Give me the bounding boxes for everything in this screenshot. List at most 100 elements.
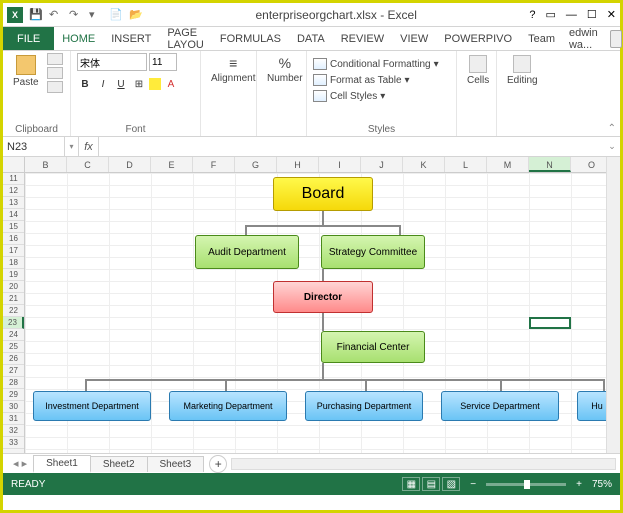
italic-button[interactable]: I <box>95 76 111 92</box>
page-break-view-icon[interactable]: ▧ <box>442 477 460 491</box>
user-area[interactable]: edwin wa... <box>563 27 623 50</box>
row-header-20[interactable]: 20 <box>3 281 24 293</box>
tab-formulas[interactable]: FORMULAS <box>212 27 289 50</box>
collapse-ribbon-icon[interactable]: ⌃ <box>608 123 616 134</box>
row-header-16[interactable]: 16 <box>3 233 24 245</box>
paste-button[interactable]: Paste <box>9 53 43 90</box>
font-family-select[interactable]: 宋体 <box>77 53 147 71</box>
font-size-select[interactable]: 11 <box>149 53 177 71</box>
tab-team[interactable]: Team <box>520 27 563 50</box>
row-header-14[interactable]: 14 <box>3 209 24 221</box>
row-header-32[interactable]: 32 <box>3 425 24 437</box>
undo-icon[interactable]: ↶ <box>49 8 63 22</box>
border-button[interactable]: ⊞ <box>131 76 147 92</box>
zoom-out-button[interactable]: − <box>470 479 476 490</box>
row-header-11[interactable]: 11 <box>3 173 24 185</box>
row-header-33[interactable]: 33 <box>3 437 24 449</box>
org-node-purchasing[interactable]: Purchasing Department <box>305 391 423 421</box>
org-node-strategy[interactable]: Strategy Committee <box>321 235 425 269</box>
org-node-audit[interactable]: Audit Department <box>195 235 299 269</box>
zoom-in-button[interactable]: + <box>576 479 582 490</box>
tab-view[interactable]: VIEW <box>392 27 436 50</box>
formula-input[interactable] <box>99 137 604 156</box>
cells-button[interactable]: Cells <box>463 53 493 88</box>
number-button[interactable]: % Number <box>263 53 307 86</box>
qat-icon[interactable]: ▾ <box>89 8 103 22</box>
row-header-17[interactable]: 17 <box>3 245 24 257</box>
ribbon-options-icon[interactable]: ▭ <box>546 8 556 21</box>
org-node-board[interactable]: Board <box>273 177 373 211</box>
zoom-level[interactable]: 75% <box>592 479 612 490</box>
org-node-marketing[interactable]: Marketing Department <box>169 391 287 421</box>
format-painter-icon[interactable] <box>47 81 63 93</box>
minimize-icon[interactable]: — <box>566 9 577 21</box>
horizontal-scrollbar[interactable] <box>231 458 616 470</box>
normal-view-icon[interactable]: ▦ <box>402 477 420 491</box>
row-header-25[interactable]: 25 <box>3 341 24 353</box>
row-header-12[interactable]: 12 <box>3 185 24 197</box>
col-header-J[interactable]: J <box>361 157 403 172</box>
row-header-27[interactable]: 27 <box>3 365 24 377</box>
org-node-financial[interactable]: Financial Center <box>321 331 425 363</box>
col-header-F[interactable]: F <box>193 157 235 172</box>
org-node-investment[interactable]: Investment Department <box>33 391 151 421</box>
tab-home[interactable]: HOME <box>54 27 103 50</box>
file-tab[interactable]: FILE <box>3 27 54 50</box>
add-sheet-button[interactable]: + <box>209 455 227 473</box>
save-icon[interactable]: 💾 <box>29 8 43 22</box>
select-all-corner[interactable] <box>3 157 25 173</box>
col-header-I[interactable]: I <box>319 157 361 172</box>
vertical-scrollbar[interactable] <box>606 157 620 453</box>
conditional-formatting-button[interactable]: Conditional Formatting ▾ <box>313 57 439 71</box>
expand-formula-bar-icon[interactable]: ⌄ <box>604 137 620 156</box>
tab-data[interactable]: DATA <box>289 27 333 50</box>
col-header-H[interactable]: H <box>277 157 319 172</box>
cells-canvas[interactable]: Board Audit Department Strategy Committe… <box>25 173 606 453</box>
row-header-21[interactable]: 21 <box>3 293 24 305</box>
worksheet-grid[interactable]: BCDEFGHIJKLMNO 1112131415161718192021222… <box>3 157 620 453</box>
fill-color-button[interactable] <box>149 78 161 90</box>
font-color-button[interactable]: A <box>163 76 179 92</box>
col-header-M[interactable]: M <box>487 157 529 172</box>
close-icon[interactable]: ✕ <box>607 8 616 21</box>
active-cell[interactable] <box>529 317 571 329</box>
row-header-13[interactable]: 13 <box>3 197 24 209</box>
row-header-18[interactable]: 18 <box>3 257 24 269</box>
qat-icon3[interactable]: 📂 <box>129 8 143 22</box>
col-header-N[interactable]: N <box>529 157 571 172</box>
qat-icon2[interactable]: 📄 <box>109 8 123 22</box>
row-header-22[interactable]: 22 <box>3 305 24 317</box>
page-layout-view-icon[interactable]: ▤ <box>422 477 440 491</box>
name-box[interactable]: N23 <box>3 137 65 156</box>
bold-button[interactable]: B <box>77 76 93 92</box>
row-header-23[interactable]: 23 <box>3 317 24 329</box>
col-header-B[interactable]: B <box>25 157 67 172</box>
col-header-C[interactable]: C <box>67 157 109 172</box>
sheet-tab-3[interactable]: Sheet3 <box>147 456 205 472</box>
col-header-D[interactable]: D <box>109 157 151 172</box>
row-header-24[interactable]: 24 <box>3 329 24 341</box>
maximize-icon[interactable]: ☐ <box>587 8 597 21</box>
row-header-31[interactable]: 31 <box>3 413 24 425</box>
zoom-slider[interactable] <box>486 483 566 486</box>
col-header-L[interactable]: L <box>445 157 487 172</box>
row-header-30[interactable]: 30 <box>3 401 24 413</box>
sheet-tab-1[interactable]: Sheet1 <box>33 455 91 473</box>
redo-icon[interactable]: ↷ <box>69 8 83 22</box>
help-icon[interactable]: ? <box>529 9 535 21</box>
format-as-table-button[interactable]: Format as Table ▾ <box>313 73 410 87</box>
row-header-19[interactable]: 19 <box>3 269 24 281</box>
editing-button[interactable]: Editing <box>503 53 542 88</box>
name-box-dropdown-icon[interactable]: ▾ <box>65 137 79 156</box>
fx-icon[interactable]: fx <box>79 137 99 156</box>
col-header-G[interactable]: G <box>235 157 277 172</box>
tab-powerpivot[interactable]: POWERPIVO <box>436 27 520 50</box>
cell-styles-button[interactable]: Cell Styles ▾ <box>313 89 385 103</box>
row-header-15[interactable]: 15 <box>3 221 24 233</box>
row-header-29[interactable]: 29 <box>3 389 24 401</box>
sheet-nav[interactable]: ◂ ▸ <box>7 457 33 470</box>
org-node-service[interactable]: Service Department <box>441 391 559 421</box>
sheet-tab-2[interactable]: Sheet2 <box>90 456 148 472</box>
zoom-thumb[interactable] <box>524 480 530 489</box>
col-header-E[interactable]: E <box>151 157 193 172</box>
